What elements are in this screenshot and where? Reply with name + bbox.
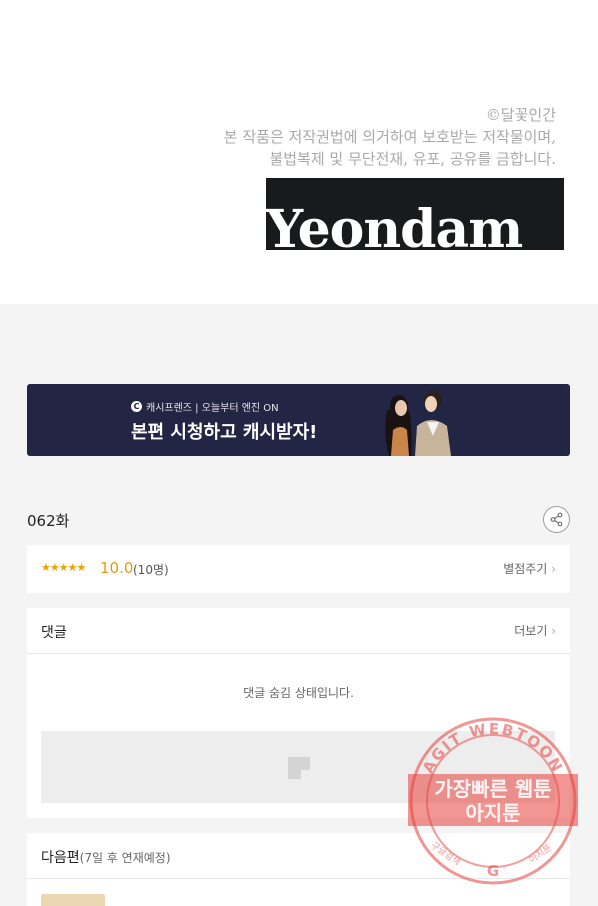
image-placeholder-icon — [288, 757, 310, 779]
banner-subtitle: 캐시프렌즈 | 오늘부터 엔진 ON — [146, 403, 279, 414]
copyright-author: ©달꽃인간 — [485, 106, 556, 124]
cash-friends-logo-icon: C — [131, 401, 142, 412]
chevron-right-icon: › — [551, 624, 556, 638]
next-episode-schedule: (7일 후 연재예정) — [79, 851, 171, 865]
next-episode-thumbnail[interactable] — [41, 894, 105, 906]
promo-banner[interactable]: C 캐시프렌즈 | 오늘부터 엔진 ON 본편 시청하고 캐시받자! — [27, 384, 570, 456]
studio-logo-text: Yeondam — [266, 199, 523, 250]
rate-button[interactable]: 별점주기 › — [503, 560, 556, 577]
copyright-line: 불법복제 및 무단전재, 유포, 공유를 금합니다. — [269, 150, 556, 168]
next-episode-card[interactable]: 다음편(7일 후 연재예정) — [27, 833, 570, 906]
chevron-right-icon: › — [551, 562, 556, 576]
episode-end-area: ©달꽃인간 본 작품은 저작권법에 의거하여 보호받는 저작물이며, 불법복제 … — [0, 0, 598, 304]
next-episode-header: 다음편(7일 후 연재예정) — [27, 833, 570, 879]
banner-subtitle-row: C 캐시프렌즈 | 오늘부터 엔진 ON — [131, 399, 279, 414]
next-episode-title: 다음편(7일 후 연재예정) — [41, 847, 171, 867]
share-icon — [550, 512, 563, 527]
rate-button-label: 별점주기 — [503, 562, 548, 576]
banner-title: 본편 시청하고 캐시받자! — [131, 422, 318, 443]
share-button[interactable] — [543, 506, 570, 533]
copyright-line: 본 작품은 저작권법에 의거하여 보호받는 저작물이며, — [223, 128, 556, 146]
rating-stars: ★★★★★ — [41, 561, 86, 574]
comments-title: 댓글 — [41, 625, 67, 641]
copyright-notice: ©달꽃인간 본 작품은 저작권법에 의거하여 보호받는 저작물이며, 불법복제 … — [224, 104, 556, 170]
comments-more-button[interactable]: 더보기 › — [514, 622, 556, 639]
rating-score: 10.0 — [100, 559, 134, 577]
episode-title: 062화 — [27, 512, 70, 530]
ad-placeholder[interactable] — [41, 731, 555, 803]
comments-card: 댓글 더보기 › 댓글 숨김 상태입니다. — [27, 608, 570, 818]
comments-more-label: 더보기 — [514, 624, 548, 638]
comments-hidden-message: 댓글 숨김 상태입니다. — [243, 686, 354, 700]
rating-count: (10명) — [133, 563, 169, 577]
comments-header: 댓글 더보기 › — [27, 608, 570, 654]
studio-logo: Yeondam — [266, 178, 564, 250]
banner-couple-illustration — [385, 390, 451, 456]
rating-card: ★★★★★ 10.0 (10명) 별점주기 › — [27, 545, 570, 593]
next-episode-label: 다음편 — [41, 850, 80, 866]
